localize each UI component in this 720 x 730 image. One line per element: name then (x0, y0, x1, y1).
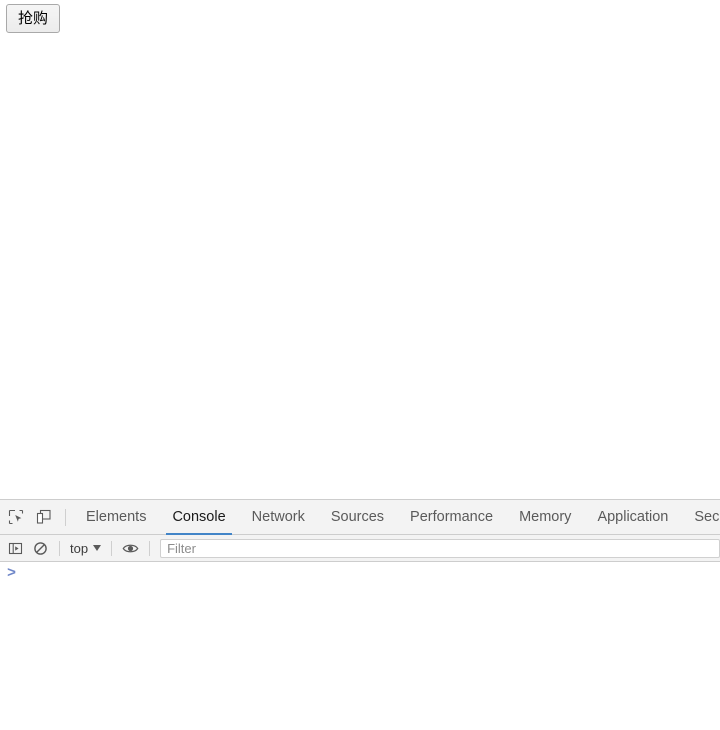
tab-application[interactable]: Application (584, 500, 681, 535)
tab-sources[interactable]: Sources (318, 500, 397, 535)
tab-performance[interactable]: Performance (397, 500, 506, 535)
inspect-element-icon[interactable] (2, 503, 30, 531)
tab-network[interactable]: Network (239, 500, 318, 535)
console-filter-input[interactable] (160, 538, 720, 558)
devtools-tabbar: Elements Console Network Sources Perform… (0, 500, 720, 535)
console-prompt-chevron-icon: > (7, 564, 16, 581)
console-context-label: top (70, 540, 89, 556)
console-toolbar-divider-3 (149, 540, 151, 556)
console-context-selector[interactable]: top (66, 541, 105, 556)
toolbar-divider (65, 508, 66, 526)
live-expression-eye-icon[interactable] (118, 537, 143, 560)
chevron-down-icon (93, 545, 102, 551)
buy-button[interactable]: 抢购 (6, 4, 60, 33)
browser-window: 抢购 Elements Console Network Sources Perf… (0, 0, 720, 730)
tab-memory[interactable]: Memory (506, 500, 584, 535)
console-prompt-input[interactable] (18, 564, 720, 581)
console-prompt-row[interactable]: > (0, 562, 720, 583)
console-toolbar-divider-2 (111, 540, 113, 556)
page-viewport: 抢购 (0, 0, 720, 499)
console-toolbar: top (0, 535, 720, 562)
clear-console-icon[interactable] (28, 537, 53, 560)
console-sidebar-toggle-icon[interactable] (3, 537, 28, 560)
console-output-area[interactable]: > (0, 562, 720, 729)
tab-console[interactable]: Console (159, 500, 238, 535)
console-toolbar-divider-1 (59, 540, 60, 556)
tab-elements[interactable]: Elements (73, 500, 159, 535)
device-toolbar-icon[interactable] (30, 503, 58, 531)
tab-security[interactable]: Security (681, 500, 720, 535)
devtools-panel: Elements Console Network Sources Perform… (0, 499, 720, 730)
